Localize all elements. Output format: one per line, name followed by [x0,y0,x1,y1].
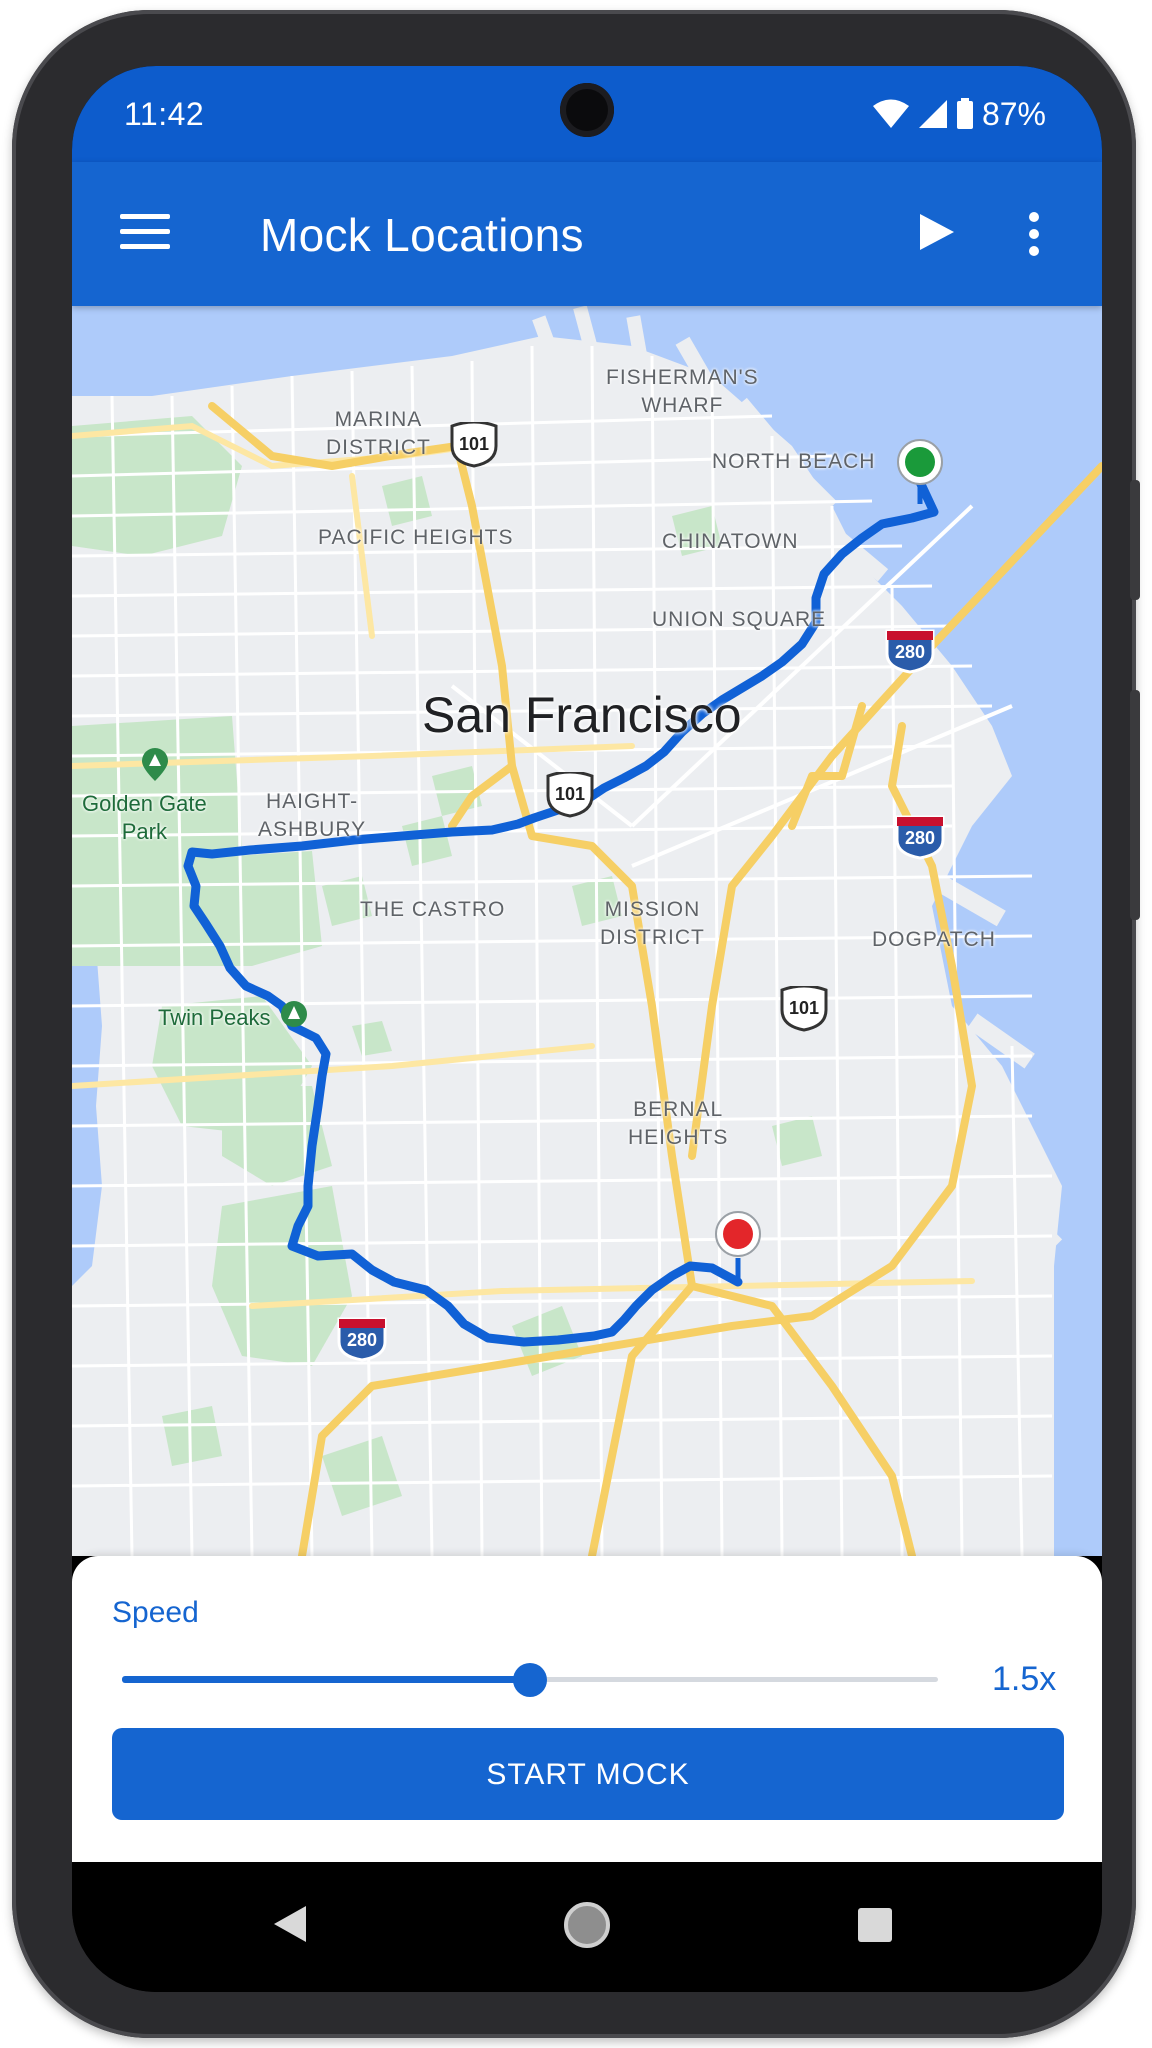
app-title: Mock Locations [260,209,584,261]
navigation-bar [72,1862,1102,1992]
label-fishermans-wharf: FISHERMAN'S WHARF [606,366,759,417]
label-bernal-heights: BERNAL HEIGHTS [628,1098,729,1149]
label-north-beach: NORTH BEACH [712,450,876,473]
label-twin-peaks: Twin Peaks [158,1005,271,1030]
label-haight-ashbury: HAIGHT- ASHBURY [258,790,367,841]
cell-signal-icon [918,100,947,128]
label-mission-district: MISSION DISTRICT [600,898,705,949]
i280-shield: 280 [884,628,936,674]
speed-label: Speed [112,1596,199,1629]
slider-thumb[interactable] [513,1663,547,1697]
us101-shield: 101 [448,422,500,468]
front-camera [560,83,614,137]
park-icon [281,1001,307,1027]
volume-button [1130,480,1140,600]
label-chinatown: CHINATOWN [662,530,799,553]
play-icon[interactable] [916,212,956,252]
i280-shield: 280 [336,1316,388,1362]
status-time: 11:42 [124,96,205,132]
speed-slider[interactable] [122,1660,938,1700]
battery-icon [956,98,973,129]
recents-icon[interactable] [858,1908,892,1942]
slider-fill [122,1676,530,1683]
label-san-francisco: San Francisco [422,687,742,743]
back-icon[interactable] [272,1904,308,1944]
app-bar: Mock Locations [72,162,1102,306]
control-panel: Speed 1.5x START MOCK [72,1556,1102,1862]
home-icon[interactable] [564,1902,610,1948]
map-view[interactable]: FISHERMAN'S WHARF MARINA DISTRICT NORTH BE… [72,306,1102,1556]
us101-shield: 101 [544,772,596,818]
wifi-icon [872,99,909,128]
status-bar: 11:42 87% [72,66,1102,162]
speed-value: 1.5x [992,1660,1057,1698]
label-marina-district: MARINA DISTRICT [326,408,431,459]
phone-frame: 11:42 87% Mock Locations FISHERMAN'S WHA… [12,10,1140,2038]
power-button [1130,690,1140,920]
us101-shield: 101 [778,986,830,1032]
label-dogpatch: DOGPATCH [872,928,996,951]
label-pacific-heights: PACIFIC HEIGHTS [318,526,514,549]
battery-percent: 87% [981,95,1046,132]
label-the-castro: THE CASTRO [360,898,506,921]
parks [72,416,822,1516]
label-union-square: UNION SQUARE [652,608,827,631]
label-golden-gate-park: Golden Gate Park [82,791,207,844]
i280-shield: 280 [894,814,946,860]
park-icon [142,748,168,781]
start-mock-button[interactable]: START MOCK [112,1728,1064,1820]
more-vert-icon[interactable] [1026,210,1042,258]
screen: 11:42 87% Mock Locations FISHERMAN'S WHA… [72,66,1102,1992]
status-icons: 87% [872,94,1046,134]
menu-icon[interactable] [120,214,170,250]
